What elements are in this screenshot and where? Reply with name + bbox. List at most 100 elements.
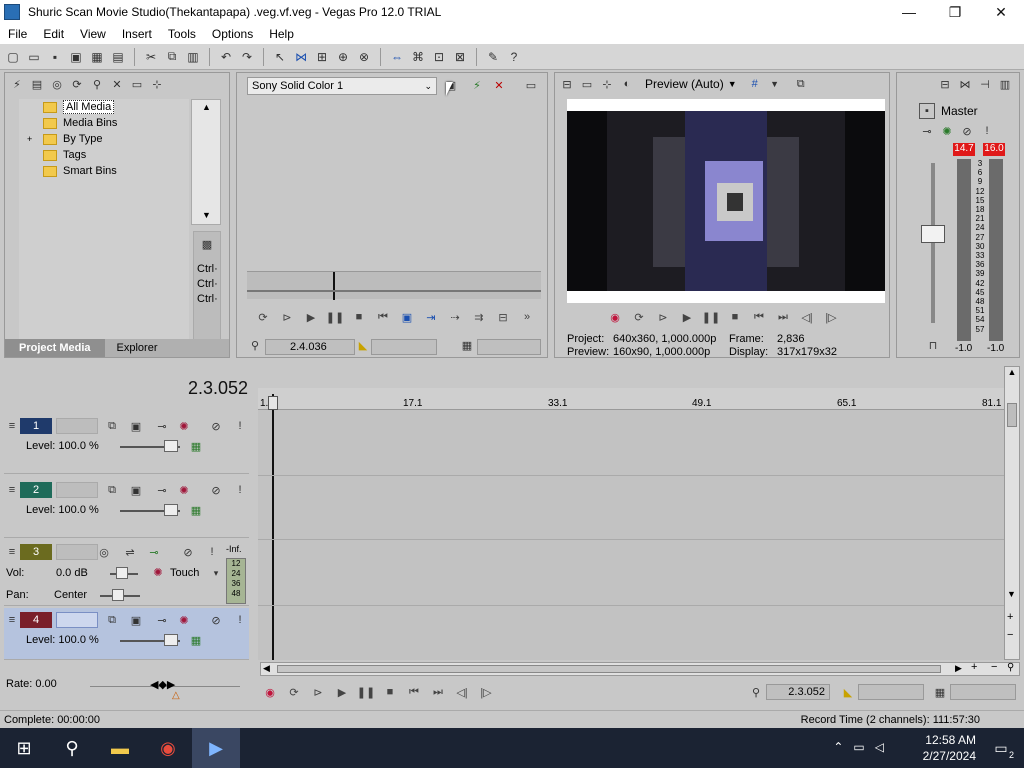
mute-icon[interactable]: ⊘ (208, 612, 224, 628)
loop-icon[interactable]: ⟳ (631, 309, 647, 325)
insert-fx-icon[interactable]: ⊸ (919, 123, 935, 139)
play-icon[interactable]: ▶ (334, 684, 350, 700)
compositing-mode-icon[interactable]: ⧉ (104, 482, 120, 498)
mute-icon[interactable]: ⊘ (959, 123, 975, 139)
previous-frame-icon[interactable]: ◁| (799, 309, 815, 325)
selection-length-field[interactable] (858, 684, 924, 700)
vegas-taskbar-icon[interactable]: ▶ (192, 728, 240, 768)
track-motion-icon[interactable]: ⊸ (154, 482, 170, 498)
split-icon[interactable]: ⊟ (495, 309, 511, 325)
play-icon[interactable]: ▶ (679, 309, 695, 325)
menu-options[interactable]: Options (204, 27, 261, 41)
close-button[interactable]: ✕ (978, 0, 1024, 24)
track-fx-icon[interactable]: ⊸ (146, 544, 162, 560)
track-minimize-icon[interactable]: ≡ (4, 418, 20, 434)
solo-icon[interactable]: ! (232, 418, 248, 434)
track-header-1[interactable]: ≡ 1 ⧉ ▣ ⊸ ✺ ⊘ ! Level: 100.0 % ▦ (4, 412, 249, 474)
go-to-end-icon[interactable]: ⏭ (430, 684, 446, 700)
track-fx-icon[interactable]: ✺ (176, 418, 192, 434)
play-from-start-icon[interactable]: ⊳ (310, 684, 326, 700)
properties-icon[interactable]: ▤ (109, 48, 127, 66)
redo-icon[interactable]: ↷ (238, 48, 256, 66)
selection-length-field[interactable] (371, 339, 437, 355)
record-icon[interactable]: ◉ (607, 309, 623, 325)
chevron-down-icon[interactable]: ▾ (208, 565, 224, 581)
track-motion-icon[interactable]: ⊸ (154, 418, 170, 434)
tag-icon[interactable]: ▩ (199, 236, 215, 252)
pause-icon[interactable]: ❚❚ (357, 684, 375, 700)
loop-icon[interactable]: ⟳ (255, 309, 271, 325)
go-to-start-icon[interactable]: ⏮ (751, 309, 767, 325)
record-icon[interactable]: ◉ (262, 684, 278, 700)
lock-icon[interactable]: ⊓ (925, 337, 941, 353)
save-icon[interactable]: ▪ (46, 48, 64, 66)
copy-snapshot-icon[interactable]: ⧉ (793, 76, 809, 92)
zoom-tool-icon[interactable]: ⊕ (334, 48, 352, 66)
more-icon[interactable]: » (519, 309, 535, 325)
mute-icon[interactable]: ⊘ (180, 544, 196, 560)
undo-icon[interactable]: ↶ (217, 48, 235, 66)
level-slider-thumb[interactable] (164, 634, 178, 646)
maximize-button[interactable]: ❐ (932, 0, 978, 24)
solo-icon[interactable]: ! (204, 544, 220, 560)
trim-icon[interactable]: ⇢ (447, 309, 463, 325)
clock[interactable]: 12:58 AM 2/27/2024 (923, 732, 976, 764)
timeline-horizontal-scrollbar[interactable]: ◀ ▶ + − ⚲ (260, 661, 1020, 676)
set-in-icon[interactable]: ▣ (399, 309, 415, 325)
automation-icon[interactable]: ✺ (150, 564, 166, 580)
tab-project-media[interactable]: Project Media (5, 339, 105, 357)
set-out-icon[interactable]: ⇥ (423, 309, 439, 325)
edit-tool-icon[interactable]: ↖ (271, 48, 289, 66)
menu-insert[interactable]: Insert (114, 27, 160, 41)
master-fader-handle[interactable] (921, 225, 945, 243)
lock-envelopes-icon[interactable]: ⌘ (409, 48, 427, 66)
notifications-icon[interactable]: ▭ 2 (988, 736, 1014, 761)
external-monitor-icon[interactable]: ▭ (523, 77, 539, 93)
network-icon[interactable]: ▭ (853, 740, 864, 754)
mute-icon[interactable]: ⊘ (208, 482, 224, 498)
solo-icon[interactable]: ! (232, 482, 248, 498)
minimize-button[interactable]: — (886, 0, 932, 24)
trimmer-scrub-area[interactable] (247, 271, 541, 300)
timeline-area[interactable]: 1.1 17.1 33.1 49.1 65.1 81.1 (258, 388, 1004, 660)
invert-phase-icon[interactable]: ⇌ (122, 544, 138, 560)
cursor-position[interactable]: 2.3.052 (188, 378, 248, 399)
time-ruler[interactable]: 1.1 17.1 33.1 49.1 65.1 81.1 (258, 388, 1004, 410)
selection-tool-icon[interactable]: ⊞ (313, 48, 331, 66)
import-media-icon[interactable]: ⚡ (9, 76, 25, 92)
parent-motion-icon[interactable]: ▣ (128, 418, 144, 434)
media-fx-icon[interactable]: ⊹ (149, 76, 165, 92)
generator-dropdown[interactable]: Sony Solid Color 1 ⌄ (247, 77, 437, 95)
tree-item-by-type[interactable]: + By Type (19, 131, 189, 147)
track-name-field[interactable] (56, 482, 98, 498)
refresh-icon[interactable]: ⟳ (69, 76, 85, 92)
track-minimize-icon[interactable]: ≡ (4, 612, 20, 628)
tree-item-media-bins[interactable]: Media Bins (19, 115, 189, 131)
track-minimize-icon[interactable]: ≡ (4, 544, 20, 560)
envelope-tool-icon[interactable]: ⋈ (292, 48, 310, 66)
solo-icon[interactable]: ! (979, 123, 995, 139)
new-project-icon[interactable]: ▢ (4, 48, 22, 66)
plugin-icon[interactable]: ✎ (484, 48, 502, 66)
trimmer-timecode[interactable]: 2.4.036 (265, 339, 355, 355)
next-frame-icon[interactable]: |▷ (823, 309, 839, 325)
capture-video-icon[interactable]: ▤ (29, 76, 45, 92)
paste-icon[interactable]: ▥ (184, 48, 202, 66)
compositing-mode-icon[interactable]: ⧉ (104, 612, 120, 628)
trim-right-icon[interactable]: ⇉ (471, 309, 487, 325)
region-field[interactable] (477, 339, 541, 355)
track-header-3-audio[interactable]: ≡ 3 ◎ ⇌ ⊸ ⊘ ! -Inf. Vol: 0.0 dB ✺ Touch … (4, 540, 249, 606)
play-from-start-icon[interactable]: ⊳ (655, 309, 671, 325)
video-fx-icon[interactable]: ⊹ (599, 76, 615, 92)
track-lane-1[interactable] (258, 412, 1004, 476)
crossfades-icon[interactable]: ⊠ (451, 48, 469, 66)
tree-item-smart-bins[interactable]: Smart Bins (19, 163, 189, 179)
track-lane-4[interactable] (258, 608, 1004, 660)
render-icon[interactable]: ▦ (88, 48, 106, 66)
master-fader-track[interactable] (931, 163, 935, 323)
menu-tools[interactable]: Tools (160, 27, 204, 41)
tree-scrollbar[interactable]: ▲ ▼ (191, 99, 221, 225)
playhead-handle[interactable] (268, 396, 278, 410)
auto-ripple-icon[interactable]: ⇔ (388, 48, 406, 66)
media-properties-icon[interactable]: ▭ (129, 76, 145, 92)
